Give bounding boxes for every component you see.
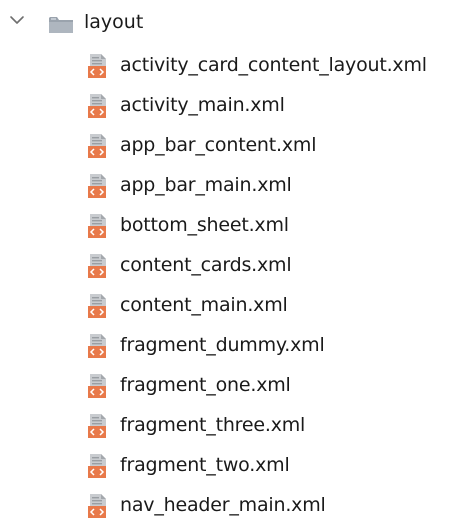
file-item-content-cards[interactable]: content_cards.xml [0,246,470,286]
file-item-activity-card-content-layout[interactable]: activity_card_content_layout.xml [0,46,470,86]
file-item-app-bar-main[interactable]: app_bar_main.xml [0,166,470,206]
layout-xml-file-icon [86,213,110,239]
file-label: fragment_two.xml [120,454,290,476]
layout-xml-file-icon [86,53,110,79]
folder-label: layout [84,11,144,33]
file-item-fragment-one[interactable]: fragment_one.xml [0,366,470,406]
layout-xml-file-icon [86,413,110,439]
layout-xml-file-icon [86,293,110,319]
layout-xml-file-icon [86,493,110,519]
file-label: fragment_one.xml [120,374,291,396]
layout-xml-file-icon [86,93,110,119]
layout-xml-file-icon [86,453,110,479]
file-label: activity_main.xml [120,94,285,116]
project-tree: layout activity_card_content_layout.xml [0,0,470,518]
chevron-down-icon[interactable] [8,11,26,29]
file-label: fragment_dummy.xml [120,334,325,356]
file-label: content_cards.xml [120,254,292,276]
layout-xml-file-icon [86,373,110,399]
file-list: activity_card_content_layout.xml activit… [0,46,470,526]
file-item-content-main[interactable]: content_main.xml [0,286,470,326]
file-item-nav-header-main[interactable]: nav_header_main.xml [0,486,470,526]
file-label: app_bar_content.xml [120,134,317,156]
folder-icon [48,15,74,35]
file-label: activity_card_content_layout.xml [120,54,427,76]
layout-xml-file-icon [86,333,110,359]
file-item-fragment-two[interactable]: fragment_two.xml [0,446,470,486]
file-item-activity-main[interactable]: activity_main.xml [0,86,470,126]
file-label: content_main.xml [120,294,288,316]
file-item-fragment-three[interactable]: fragment_three.xml [0,406,470,446]
file-label: bottom_sheet.xml [120,214,289,236]
file-label: nav_header_main.xml [120,494,326,516]
file-item-bottom-sheet[interactable]: bottom_sheet.xml [0,206,470,246]
layout-xml-file-icon [86,133,110,159]
file-item-app-bar-content[interactable]: app_bar_content.xml [0,126,470,166]
file-item-fragment-dummy[interactable]: fragment_dummy.xml [0,326,470,366]
file-label: fragment_three.xml [120,414,306,436]
file-label: app_bar_main.xml [120,174,292,196]
layout-xml-file-icon [86,253,110,279]
layout-xml-file-icon [86,173,110,199]
tree-folder-layout[interactable]: layout [0,5,470,39]
